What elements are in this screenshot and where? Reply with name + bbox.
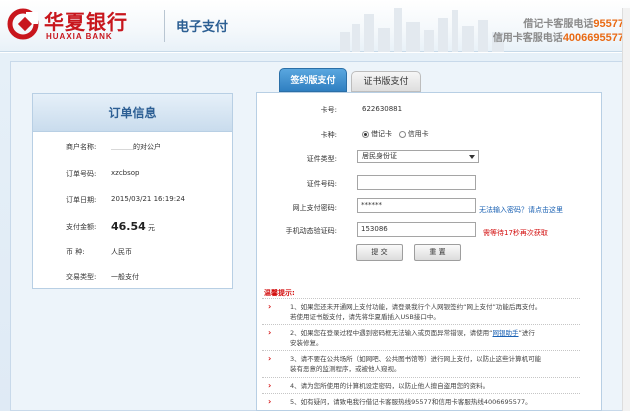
tip-line: 安装修复。 (290, 339, 323, 347)
sms-code-label: 手机动态验证码: (285, 227, 337, 235)
tip-line: ”进行 (518, 329, 535, 337)
card-no-value: 622630881 (362, 105, 403, 113)
merchant-label: 商户名称: (66, 143, 97, 151)
divider (262, 377, 580, 378)
credit-hotline-label: 信用卡客服电话 (492, 33, 563, 44)
credit-radio[interactable] (398, 130, 406, 138)
chevron-right-icon: › (268, 381, 272, 390)
tip-line: 若使用证书版支付，请先将华夏盾插入USB接口中。 (290, 313, 440, 321)
redacted-mask (111, 144, 133, 150)
order-date-label: 订单日期: (66, 196, 97, 204)
order-info-panel: 订单信息 商户名称: 的对公户 订单号码: xzcbsop 订单日期: 2015… (32, 93, 233, 289)
section-title: 电子支付 (176, 20, 229, 35)
debit-hotline: 借记卡客服电话95577 (523, 15, 624, 30)
chevron-right-icon: › (268, 397, 272, 406)
card-type-radios: 借记卡 信用卡 (362, 129, 429, 139)
divider (262, 298, 580, 299)
order-no-value: xzcbsop (111, 169, 140, 177)
credit-hotline-number: 4006695577 (562, 32, 624, 44)
card-type-label: 卡种: (320, 131, 337, 139)
submit-button[interactable]: 提 交 (356, 244, 403, 261)
tip-line: 5、如有疑问，请致电我行借记卡客服热线95577和信用卡客服热线40066955… (290, 398, 532, 406)
chevron-down-icon (469, 155, 475, 159)
order-no-label: 订单号码: (66, 170, 97, 178)
amount-value: 46.54 (111, 220, 146, 233)
card-no-label: 卡号: (320, 106, 337, 114)
tip-line: 4、请为您所使用的计算机设定密码，以防止他人擅自盗用您的资料。 (290, 382, 490, 390)
divider (262, 324, 580, 325)
amount-unit: 元 (148, 224, 156, 232)
debit-radio[interactable] (362, 130, 369, 138)
credit-label: 信用卡 (407, 130, 429, 138)
order-date-value: 2015/03/21 16:19:24 (111, 195, 186, 203)
id-type-label: 证件类型: (306, 155, 337, 163)
chevron-right-icon: › (268, 302, 272, 311)
bank-name-cn: 华夏银行 (44, 10, 128, 34)
tab-contract-payment[interactable]: 签约版支付 (279, 68, 347, 92)
tip-line: 1、如果您还未开通网上支付功能，请登录我行个人网银签约“网上支付”功能后再支付。 (290, 303, 542, 311)
chevron-right-icon: › (268, 328, 272, 337)
order-info-title: 订单信息 (33, 94, 232, 132)
merchant-value: 的对公户 (133, 143, 161, 151)
txn-type-value: 一般支付 (111, 273, 139, 281)
reset-button[interactable]: 重 置 (414, 244, 461, 261)
divider (262, 393, 580, 394)
vertical-scrollbar[interactable] (622, 8, 630, 411)
page-header: 华夏银行 HUAXIA BANK 电子支付 借记卡客服电话95577 信用卡客服… (0, 0, 630, 52)
amount-label: 支付金额: (66, 223, 97, 231)
tip-line: 2、如果您在登录过程中遇到密码框无法输入或页面异常错误，请使用“ (290, 329, 493, 337)
txn-type-label: 交易类型: (66, 273, 97, 281)
web-bank-helper-link[interactable]: 网银助手 (493, 329, 519, 337)
id-type-select[interactable]: 居民身份证 (357, 150, 479, 163)
currency-label: 币 种: (66, 248, 85, 256)
credit-hotline: 信用卡客服电话4006695577 (493, 29, 624, 44)
chevron-right-icon: › (268, 354, 272, 363)
divider (262, 350, 580, 351)
password-help-link[interactable]: 无法输入密码？请点击这里 (479, 205, 563, 215)
huaxia-bank-logo-icon (7, 8, 39, 40)
password-label: 网上支付密码: (292, 204, 337, 212)
id-type-value: 居民身份证 (362, 152, 397, 160)
bank-name-en: HUAXIA BANK (46, 32, 113, 41)
tab-certificate-payment[interactable]: 证书版支付 (351, 71, 421, 92)
currency-value: 人民币 (111, 248, 132, 256)
debit-label: 借记卡 (371, 130, 392, 138)
id-no-input[interactable] (357, 175, 476, 190)
sms-code-input[interactable]: 153086 (357, 222, 476, 237)
sms-wait-note: 需等待17秒再次获取 (483, 229, 548, 237)
tip-line: 3、请不要在公共场所（如网吧、公共图书馆等）进行网上支付，以防止这些计算机可能 (290, 355, 542, 363)
tip-line: 装有恶意的监测程序，或被他人窥视。 (290, 365, 401, 373)
id-no-label: 证件号码: (306, 180, 337, 188)
password-input[interactable]: ****** (357, 198, 476, 213)
header-divider (164, 10, 165, 42)
tips-title: 温馨提示: (264, 289, 295, 297)
